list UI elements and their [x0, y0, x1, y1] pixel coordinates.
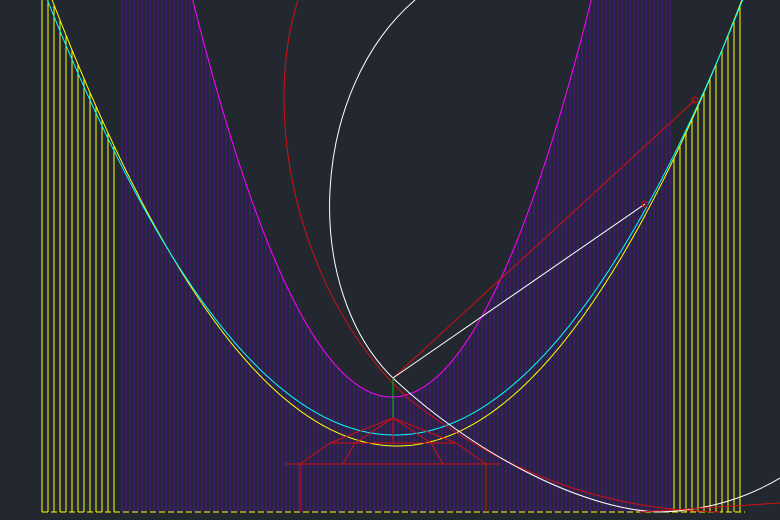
magenta-parabola-curve[interactable] — [120, 0, 672, 398]
white-leader-line[interactable] — [392, 203, 646, 379]
red-truss-structure[interactable] — [285, 417, 500, 512]
cad-viewport[interactable] — [0, 0, 780, 520]
cad-drawing[interactable] — [0, 0, 780, 520]
